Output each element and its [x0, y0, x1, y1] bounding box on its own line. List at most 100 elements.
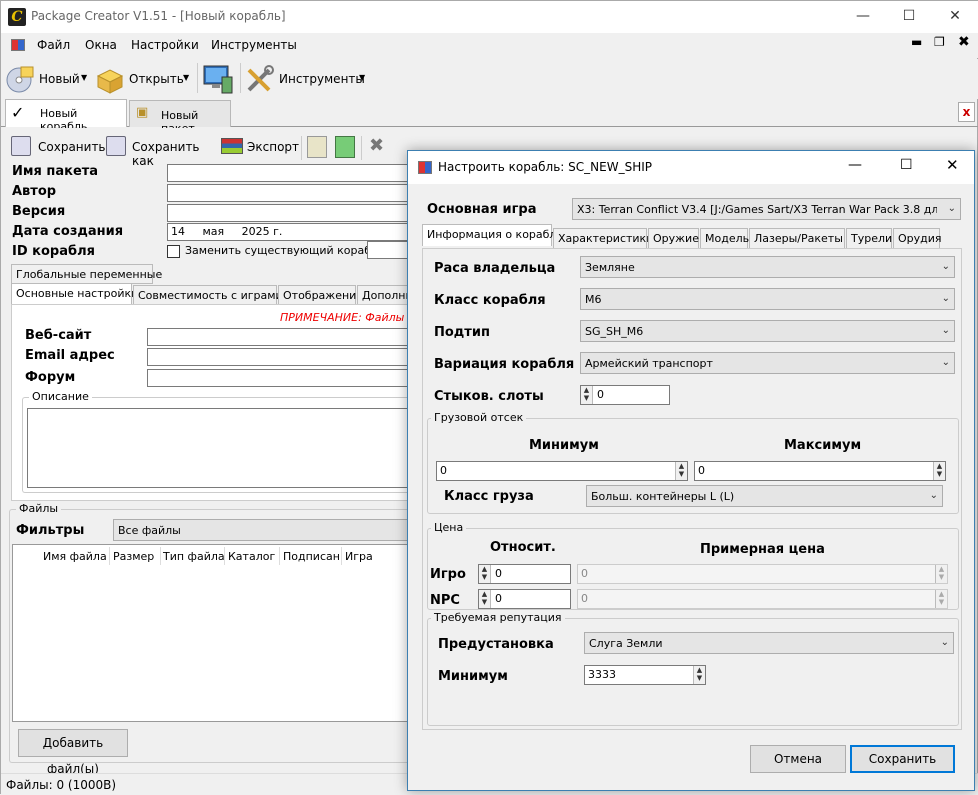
tab-turrets[interactable]: Турели [846, 228, 892, 248]
tab-characteristics[interactable]: Характеристики [553, 228, 653, 248]
chevron-down-icon: ⌄ [929, 490, 938, 501]
tab-ship-info[interactable]: Информация о корабле [422, 224, 563, 246]
cargo-group-title: Грузовой отсек [431, 411, 527, 424]
save-as-button[interactable]: Сохранить как [106, 136, 218, 168]
race-label: Раса владельца [434, 261, 556, 276]
col-directory[interactable]: Каталог [228, 550, 275, 563]
tab-ship-info-label: Информация о корабле [427, 228, 564, 241]
col-signed[interactable]: Подписан [283, 550, 340, 563]
subtype-dropdown[interactable]: SG_SH_M6 ⌄ [580, 320, 955, 342]
description-textarea[interactable] [27, 408, 419, 488]
spinner-arrows-icon: ▲ ▼ [935, 590, 947, 608]
tab-guns[interactable]: Орудия [893, 228, 942, 248]
npc-price-label: NPC [430, 593, 460, 608]
document-tabs: ✓ Новый корабль ▣ Новый пакет x [1, 99, 978, 135]
computer-icon[interactable] [202, 63, 234, 95]
docking-slots-spinner[interactable]: ▲ ▼ 0 [580, 385, 670, 405]
forum-input[interactable] [147, 369, 418, 387]
spinner-arrows-icon[interactable]: ▲ ▼ [479, 565, 491, 583]
cargo-min-value: 0 [440, 464, 447, 477]
mdi-window-icon[interactable] [11, 39, 25, 51]
version-input[interactable] [167, 204, 417, 222]
col-divider [341, 547, 342, 565]
tab-global-variables[interactable]: Глобальные переменные [11, 264, 162, 284]
tab-display[interactable]: Отображение [278, 285, 363, 305]
toolbar-separator [301, 136, 302, 160]
menu-windows[interactable]: Окна [85, 38, 117, 52]
col-game[interactable]: Игра [345, 550, 373, 563]
chevron-down-icon: ⌄ [940, 637, 949, 648]
cargo-class-dropdown[interactable]: Больш. контейнеры L (L) ⌄ [586, 485, 943, 507]
minimize-icon[interactable]: — [840, 1, 886, 33]
email-label: Email адрес [25, 348, 115, 363]
mdi-minimize-icon[interactable]: ▬ [911, 35, 922, 49]
ship-class-label: Класс корабля [434, 293, 546, 308]
files-table[interactable]: Имя файла Размер Тип файла Каталог Подпи… [12, 544, 418, 722]
game-price-value: 0 [581, 567, 588, 580]
tab-basic-settings[interactable]: Основные настройки [11, 283, 138, 305]
tools-small-icon[interactable]: ✖ [369, 135, 384, 156]
open-button[interactable]: Открыть ▼ [95, 62, 195, 96]
rep-min-spinner[interactable]: 3333 ▲ ▼ [584, 665, 706, 685]
cargo-max-spinner[interactable]: 0 ▲ ▼ [694, 461, 946, 481]
mdi-restore-icon[interactable]: ❐ [934, 35, 945, 49]
spinner-arrows-icon[interactable]: ▲ ▼ [693, 666, 705, 684]
dialog-title: Настроить корабль: SC_NEW_SHIP [438, 160, 652, 174]
add-files-button[interactable]: Добавить файл(ы) [18, 729, 128, 776]
spinner-arrows-icon[interactable]: ▲ ▼ [581, 386, 593, 404]
dialog-save-button[interactable]: Сохранить [850, 745, 955, 773]
dialog-minimize-icon[interactable]: — [848, 157, 862, 173]
tab-lasers-missiles[interactable]: Лазеры/Ракеты [749, 228, 845, 248]
menu-tools[interactable]: Инструменты [211, 38, 297, 52]
npc-price-value: 0 [581, 592, 588, 605]
tab-display-label: Отображение [283, 289, 364, 302]
tab-weapons[interactable]: Оружие [648, 228, 699, 248]
npc-relative-spinner[interactable]: ▲ ▼ 0 [478, 589, 571, 609]
configure-ship-dialog: Настроить корабль: SC_NEW_SHIP — ☐ ✕ Осн… [407, 150, 975, 791]
main-toolbar: Новый ▼ Открыть ▼ Инструменты ▼ [1, 59, 978, 99]
col-divider [224, 547, 225, 565]
document-icon[interactable] [307, 136, 327, 158]
install-icon[interactable] [335, 136, 355, 158]
tab-new-ship[interactable]: ✓ Новый корабль [5, 99, 127, 133]
mdi-close-icon[interactable]: ✖ [958, 34, 970, 50]
close-tab-icon[interactable]: x [958, 102, 975, 122]
game-relative-spinner[interactable]: ▲ ▼ 0 [478, 564, 571, 584]
close-icon[interactable]: ✕ [932, 1, 978, 33]
filters-dropdown[interactable]: Все файлы [113, 519, 418, 541]
dialog-close-icon[interactable]: ✕ [946, 156, 959, 174]
package-name-input[interactable] [167, 164, 417, 182]
base-game-dropdown[interactable]: X3: Terran Conflict V3.4 [J:/Games Sart/… [572, 198, 961, 220]
ship-variation-dropdown[interactable]: Армейский транспорт ⌄ [580, 352, 955, 374]
maximize-icon[interactable]: ☐ [886, 1, 932, 33]
spinner-arrows-icon[interactable]: ▲ ▼ [675, 462, 687, 480]
date-picker[interactable]: 14 мая 2025 г. [167, 223, 417, 241]
cargo-min-spinner[interactable]: 0 ▲ ▼ [436, 461, 688, 481]
tools-button[interactable]: Инструменты ▼ [245, 62, 369, 96]
website-input[interactable] [147, 328, 418, 346]
menu-file[interactable]: Файл [37, 38, 70, 52]
preset-dropdown[interactable]: Слуга Земли ⌄ [584, 632, 954, 654]
col-size[interactable]: Размер [113, 550, 154, 563]
spinner-arrows-icon[interactable]: ▲ ▼ [933, 462, 945, 480]
ship-class-dropdown[interactable]: M6 ⌄ [580, 288, 955, 310]
cargo-class-label: Класс груза [444, 489, 534, 504]
docking-slots-label: Стыков. слоты [434, 389, 544, 404]
col-filetype[interactable]: Тип файла [163, 550, 225, 563]
author-input[interactable] [167, 184, 417, 202]
save-button[interactable]: Сохранить [11, 136, 106, 160]
email-input[interactable] [147, 348, 418, 366]
new-button[interactable]: Новый ▼ [5, 62, 91, 96]
dialog-maximize-icon[interactable]: ☐ [900, 157, 913, 173]
tab-game-compat[interactable]: Совместимость с играми [133, 285, 283, 305]
dialog-save-label: Сохранить [868, 752, 937, 766]
tab-model[interactable]: Модель [700, 228, 749, 248]
col-filename[interactable]: Имя файла [43, 550, 107, 563]
export-button[interactable]: Экспорт [221, 136, 299, 160]
cancel-button[interactable]: Отмена [750, 745, 846, 773]
race-dropdown[interactable]: Земляне ⌄ [580, 256, 955, 278]
menu-settings[interactable]: Настройки [131, 38, 199, 52]
replace-ship-checkbox[interactable] [167, 245, 180, 258]
tab-new-package[interactable]: ▣ Новый пакет [129, 100, 231, 135]
spinner-arrows-icon[interactable]: ▲ ▼ [479, 590, 491, 608]
